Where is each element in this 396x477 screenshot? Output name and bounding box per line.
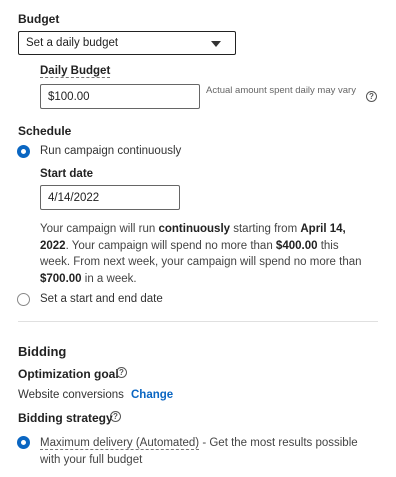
start-date-label: Start date: [40, 168, 94, 180]
start-end-date-label[interactable]: Set a start and end date: [40, 293, 163, 305]
schedule-heading: Schedule: [18, 124, 72, 138]
start-date-value: 4/14/2022: [48, 191, 100, 204]
run-continuously-label[interactable]: Run campaign continuously: [40, 145, 181, 157]
budget-type-value: Set a daily budget: [26, 37, 119, 49]
radio-start-end-date[interactable]: [17, 293, 30, 306]
daily-budget-label: Daily Budget: [40, 65, 111, 78]
summary-bold: $700.00: [40, 272, 82, 285]
caret-down-icon: [211, 41, 221, 47]
daily-budget-hint: Actual amount spent daily may vary: [206, 85, 356, 96]
summary-text: starting from: [230, 223, 301, 235]
summary-bold: $400.00: [275, 239, 318, 252]
maximum-delivery-option[interactable]: Maximum delivery (Automated) - Get the m…: [40, 435, 375, 468]
bidding-heading: Bidding: [18, 344, 67, 359]
question-circle-icon[interactable]: ?: [116, 367, 127, 378]
change-goal-link[interactable]: Change: [131, 389, 173, 401]
start-date-input[interactable]: 4/14/2022: [40, 185, 180, 210]
question-circle-icon[interactable]: ?: [366, 91, 377, 102]
optimization-goal-label: Optimization goal: [18, 367, 119, 381]
summary-bold: continuously: [158, 223, 231, 235]
question-circle-icon[interactable]: ?: [110, 411, 121, 422]
bidding-strategy-label: Bidding strategy: [18, 411, 113, 425]
summary-text: Your campaign will run: [40, 223, 159, 235]
daily-budget-input[interactable]: $100.00: [40, 84, 200, 109]
maximum-delivery-label: Maximum delivery (Automated): [40, 437, 200, 450]
optimization-goal-value: Website conversions: [18, 389, 124, 401]
summary-text: . Your campaign will spend no more than: [65, 239, 276, 252]
budget-type-select[interactable]: Set a daily budget: [18, 31, 236, 55]
radio-run-continuously[interactable]: [17, 145, 30, 158]
summary-text: in a week.: [81, 272, 137, 285]
radio-maximum-delivery[interactable]: [17, 436, 30, 449]
budget-heading: Budget: [18, 12, 60, 26]
daily-budget-value: $100.00: [48, 90, 90, 103]
schedule-summary: Your campaign will run continuously star…: [40, 221, 370, 287]
section-divider: [18, 321, 378, 322]
